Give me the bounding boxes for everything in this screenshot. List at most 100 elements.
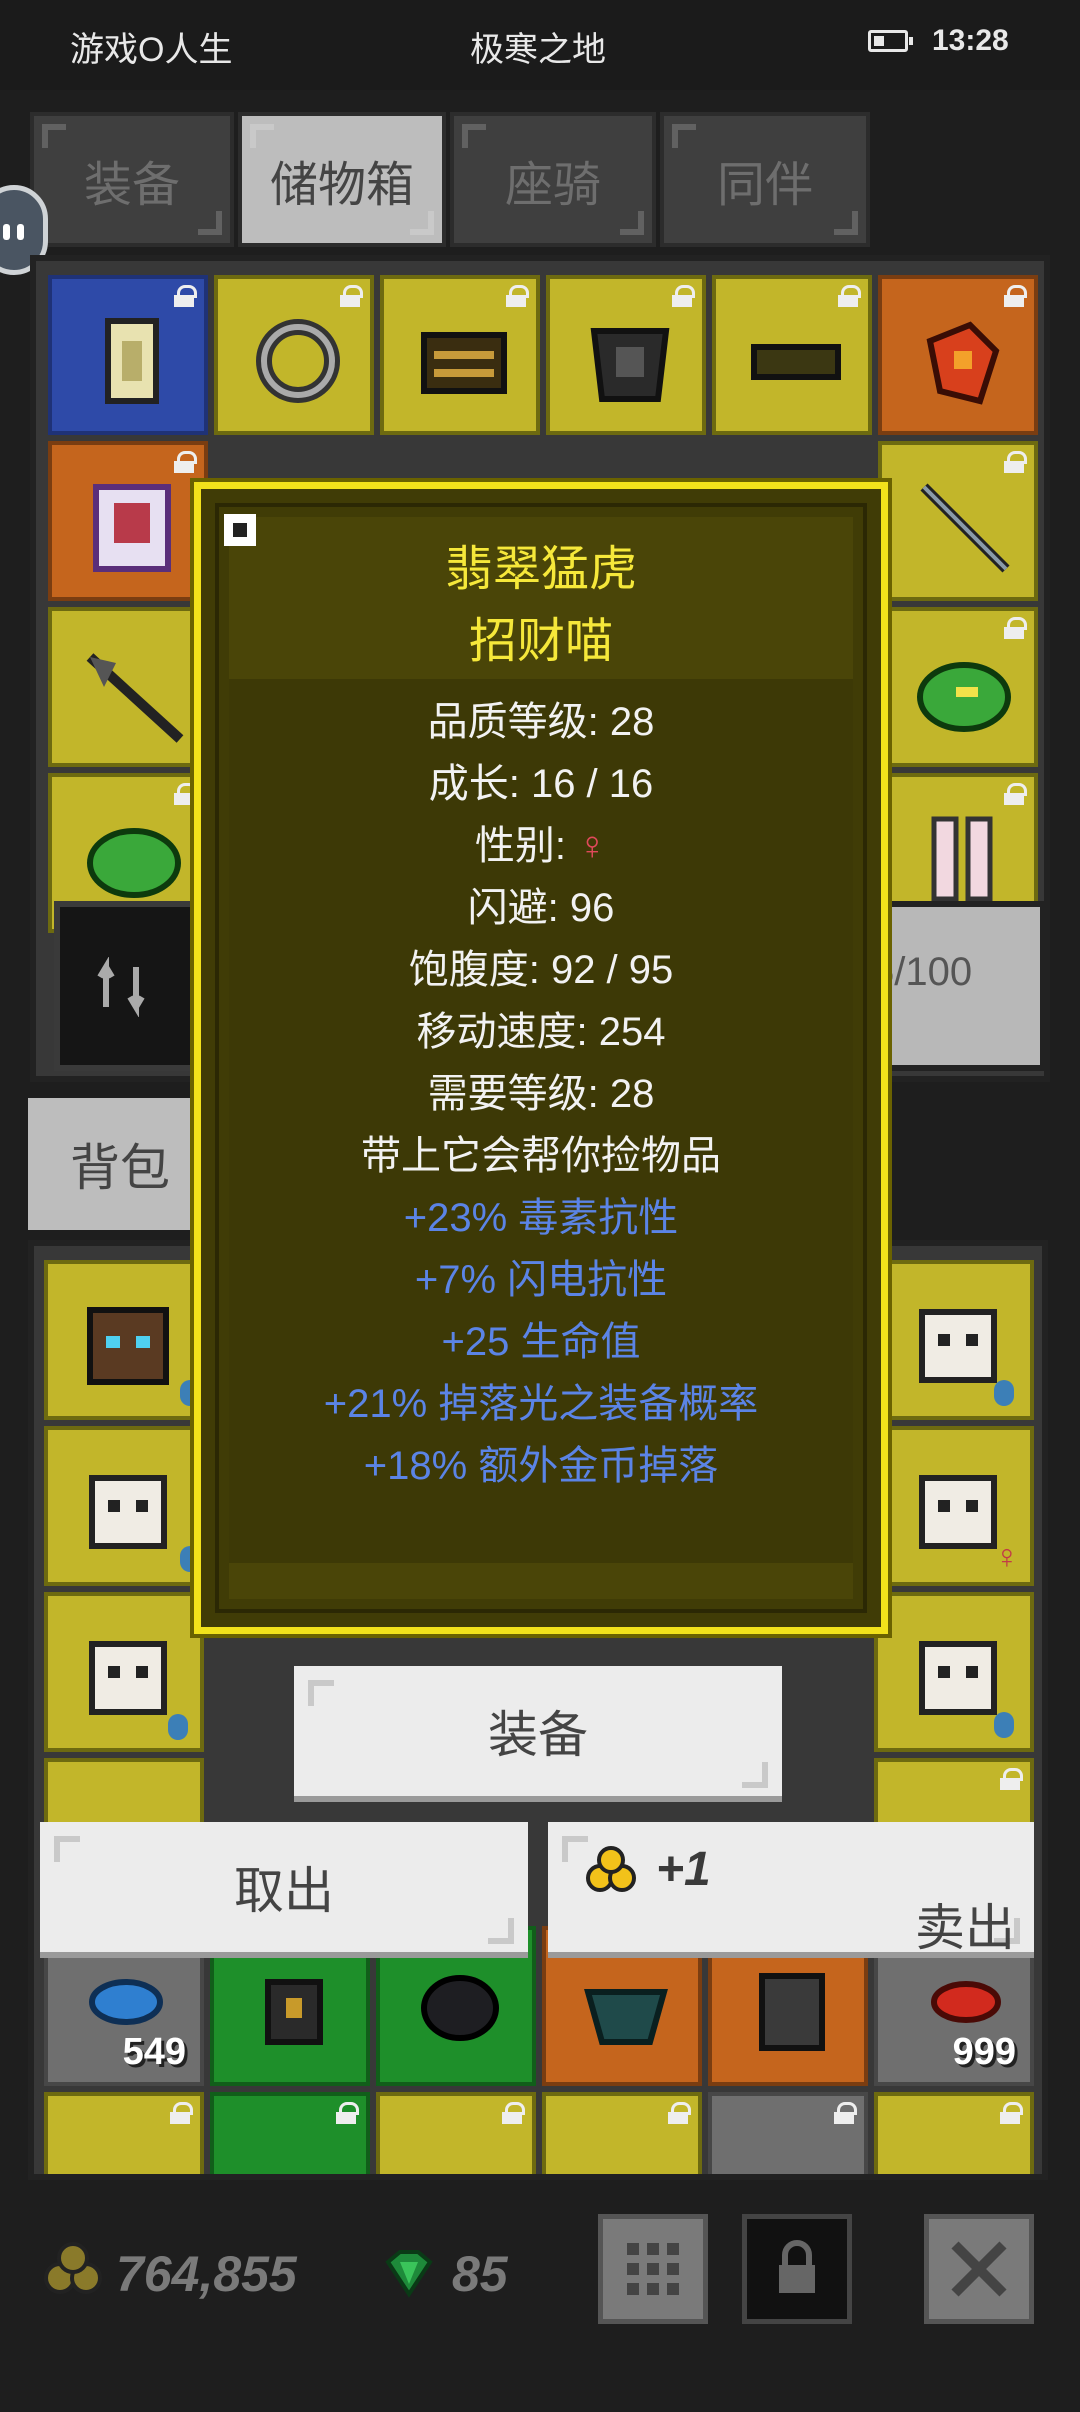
lock-icon xyxy=(668,2102,691,2124)
fire-gauntlet-icon xyxy=(926,321,1000,405)
pet-face-icon xyxy=(919,1641,997,1715)
lock-icon xyxy=(834,2102,857,2124)
item-dodge: 闪避: 96 xyxy=(467,886,615,930)
backpack-slot[interactable] xyxy=(44,1260,204,1420)
sell-label: 卖出 xyxy=(915,1900,1015,1956)
halberd-icon xyxy=(86,653,184,743)
item-bonus: +21% 掉落光之装备概率 xyxy=(323,1382,759,1426)
status-time: 13:28 xyxy=(932,24,1009,57)
backpack-slot[interactable]: ♀ xyxy=(874,1426,1034,1586)
spear-icon xyxy=(920,483,1010,573)
lock-icon xyxy=(170,2102,193,2124)
status-app-name: 游戏O人生 xyxy=(70,31,233,69)
dark-armor-icon xyxy=(590,328,670,402)
lock-icon xyxy=(672,285,695,307)
lock-icon xyxy=(838,285,861,307)
female-icon: ♀ xyxy=(994,1538,1020,1576)
crown-icon xyxy=(421,332,507,394)
item-required-level: 需要等级: 28 xyxy=(427,1072,655,1116)
backpack-slot[interactable] xyxy=(44,1592,204,1752)
female-icon: ♀ xyxy=(577,824,608,868)
storage-slot[interactable] xyxy=(712,275,872,435)
backpack-slot[interactable] xyxy=(542,2092,702,2174)
pet-face-icon xyxy=(87,1307,169,1385)
backpack-slot[interactable] xyxy=(874,1592,1034,1752)
bunny-ears-icon xyxy=(931,816,993,902)
item-quantity: 999 xyxy=(952,2031,1016,2073)
backpack-slot[interactable] xyxy=(210,2092,370,2174)
grid-icon xyxy=(627,2243,679,2295)
item-quality: 品质等级: 28 xyxy=(427,700,655,744)
gender-label: 性别: xyxy=(474,824,566,868)
backpack-slot[interactable] xyxy=(44,2092,204,2174)
tab-mount[interactable]: 座骑 xyxy=(450,112,656,247)
lock-icon xyxy=(1000,1768,1023,1790)
tab-companion[interactable]: 同伴 xyxy=(660,112,870,247)
lock-icon xyxy=(174,285,197,307)
emerald-gem-icon xyxy=(385,2250,433,2298)
storage-slot[interactable] xyxy=(48,607,208,767)
tab-equipment[interactable]: 装备 xyxy=(30,112,234,247)
lock-icon xyxy=(174,451,197,473)
battery-icon xyxy=(868,30,913,52)
dark-hood-icon xyxy=(584,1989,668,2045)
storage-slot[interactable] xyxy=(878,607,1038,767)
portrait-card-icon xyxy=(93,484,171,572)
storage-slot[interactable] xyxy=(546,275,706,435)
take-out-button[interactable]: 取出 xyxy=(40,1822,528,1958)
item-name: 翡翠猛虎 xyxy=(444,543,637,596)
male-icon xyxy=(994,1712,1014,1738)
pet-face-icon xyxy=(919,1309,997,1383)
backpack-slot[interactable] xyxy=(376,2092,536,2174)
storage-slot[interactable] xyxy=(380,275,540,435)
lock-toggle-button[interactable] xyxy=(742,2214,852,2324)
inventory-grid-button[interactable] xyxy=(598,2214,708,2324)
item-bonus: +25 生命值 xyxy=(441,1320,641,1364)
close-button[interactable] xyxy=(924,2214,1034,2324)
male-icon xyxy=(168,1714,188,1740)
storage-slot[interactable] xyxy=(878,275,1038,435)
storage-sort-button[interactable] xyxy=(54,901,214,1071)
lock-icon xyxy=(1004,783,1027,805)
scroll-icon xyxy=(105,318,159,404)
close-x-icon xyxy=(951,2241,1007,2297)
gold-coins-icon xyxy=(44,2242,102,2294)
storage-slot[interactable] xyxy=(48,441,208,601)
gem-amount: 85 xyxy=(452,2246,508,2302)
lock-icon xyxy=(1000,2102,1023,2124)
tab-storage[interactable]: 储物箱 xyxy=(238,112,446,247)
item-bonus: +18% 额外金币掉落 xyxy=(363,1444,719,1488)
item-tooltip: 翡翠猛虎 招财喵 品质等级: 28 成长: 16 / 16 性别: ♀ 闪避: … xyxy=(194,482,888,1634)
equip-button[interactable]: 装备 xyxy=(294,1666,782,1802)
storage-slot[interactable] xyxy=(878,441,1038,601)
backpack-slot[interactable] xyxy=(874,1260,1034,1420)
backpack-slot[interactable] xyxy=(874,2092,1034,2174)
sell-bonus: +1 xyxy=(656,1843,711,1896)
lock-icon xyxy=(1004,285,1027,307)
item-move-speed: 移动速度: 254 xyxy=(416,1010,666,1054)
lock-icon xyxy=(336,2102,359,2124)
green-snake-helmet-icon xyxy=(87,828,181,898)
lock-icon xyxy=(174,783,197,805)
backpack-slot[interactable] xyxy=(44,1426,204,1586)
storage-slot[interactable] xyxy=(48,275,208,435)
dark-armor-icon xyxy=(759,1973,825,2051)
item-ability: 带上它会帮你捡物品 xyxy=(361,1134,721,1178)
pet-face-icon xyxy=(89,1475,167,1549)
storage-slot[interactable] xyxy=(214,275,374,435)
ring-icon xyxy=(256,319,340,403)
gold-coins-icon xyxy=(586,1846,636,1892)
item-bonus: +23% 毒素抗性 xyxy=(403,1196,679,1240)
bracer-icon xyxy=(751,344,841,380)
status-bar: 游戏O人生 极寒之地 13:28 xyxy=(0,0,1080,90)
horned-helmet-icon xyxy=(265,1979,323,2045)
male-icon xyxy=(994,1380,1014,1406)
lock-icon xyxy=(1004,617,1027,639)
item-growth: 成长: 16 / 16 xyxy=(428,762,654,806)
backpack-slot[interactable] xyxy=(708,2092,868,2174)
green-snake-helmet-icon xyxy=(917,662,1011,732)
lock-icon xyxy=(340,285,363,307)
lock-icon xyxy=(506,285,529,307)
sort-icon xyxy=(97,957,145,1017)
item-gender: 性别: ♀ xyxy=(201,813,881,871)
